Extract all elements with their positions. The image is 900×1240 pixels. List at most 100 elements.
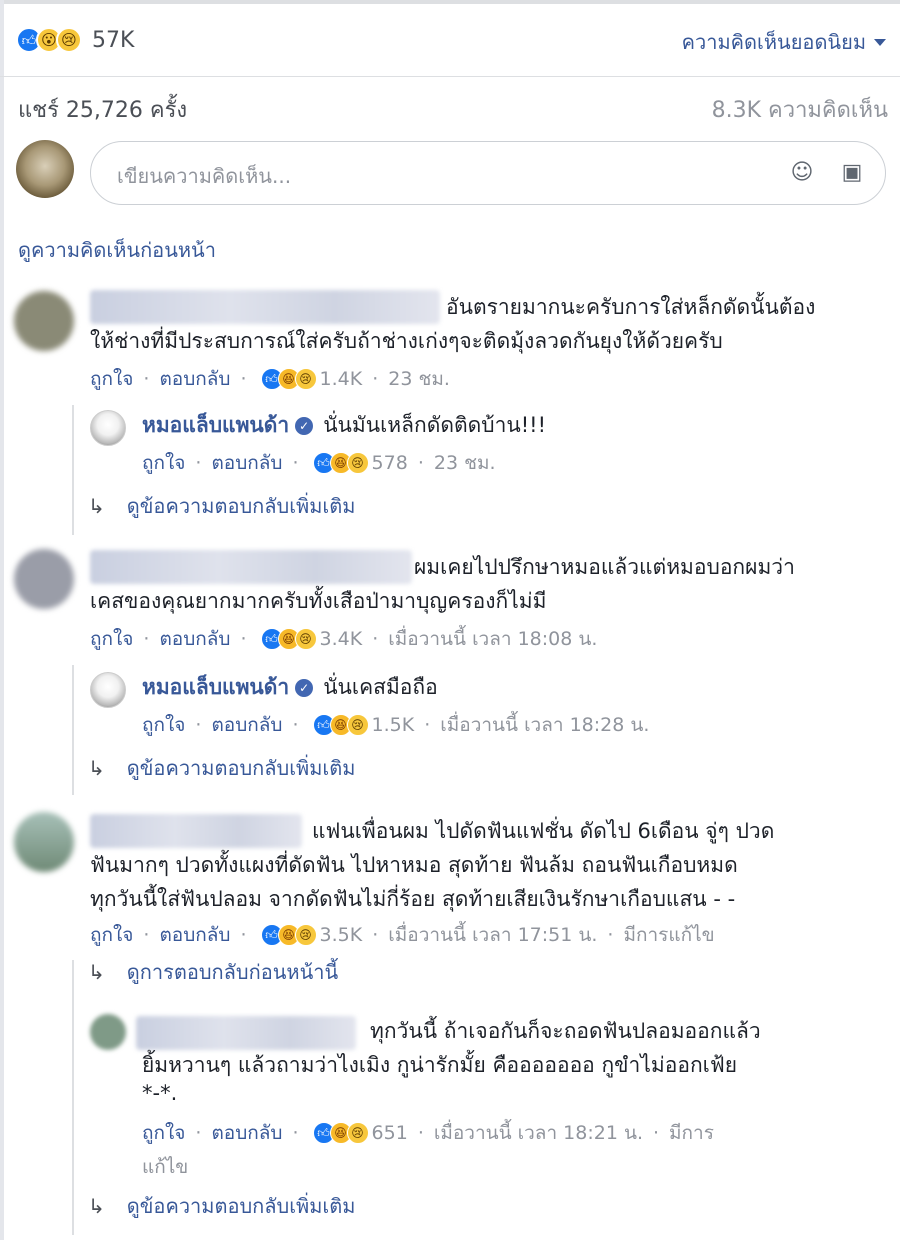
reply-arrow-icon: ↳ <box>88 960 105 984</box>
reply-link[interactable]: ตอบกลับ <box>211 448 282 478</box>
reaction-icons[interactable]: 👍︎ 😆︎ 😢︎ <box>260 628 317 650</box>
commenter-avatar[interactable] <box>14 812 74 872</box>
left-border <box>0 0 4 1240</box>
sad-icon: 😢︎ <box>346 452 369 474</box>
comment-text: ฟันมากๆ ปวดทั้งแผงที่ดัดฟัน ไปหาหมอ สุดท… <box>90 853 738 877</box>
reaction-count[interactable]: 578 <box>372 452 408 474</box>
reply-text: *-*. <box>142 1081 178 1105</box>
reaction-count[interactable]: 3.4K <box>320 628 363 650</box>
comment-text: เคสของคุณยากมากครับทั้งเสือป่ามาบุญครองก… <box>90 589 547 613</box>
reply-meta: ถูกใจ · ตอบกลับ · 👍︎ 😆︎ 😢︎ 651 · เมื่อวานนี้ … <box>142 1118 714 1148</box>
comment-placeholder: เขียนความคิดเห็น... <box>117 164 292 188</box>
sad-icon: 😢︎ <box>294 628 317 650</box>
reply-arrow-icon: ↳ <box>88 494 105 518</box>
sad-icon: 😢︎ <box>346 1122 369 1144</box>
reply-time[interactable]: เมื่อวานนี้ เวลา 18:28 น. <box>440 710 649 740</box>
sad-icon: 😢︎ <box>346 714 369 736</box>
divider <box>0 76 900 77</box>
reply-link[interactable]: ตอบกลับ <box>159 920 230 950</box>
previous-replies-link[interactable]: ↳ ดูการตอบกลับก่อนหน้านี้ <box>88 956 338 988</box>
reply-link[interactable]: ตอบกลับ <box>211 1118 282 1148</box>
page-avatar[interactable] <box>90 672 126 708</box>
comment-time[interactable]: เมื่อวานนี้ เวลา 17:51 น. <box>388 920 597 950</box>
reply-line: หมอแล็บแพนด้า ✓ นั่นเคสมือถือ <box>142 670 438 704</box>
reaction-icons[interactable]: 👍︎ 😆︎ 😢︎ <box>260 368 317 390</box>
page-avatar[interactable] <box>90 410 126 446</box>
reply-line: หมอแล็บแพนด้า ✓ นั่นมันเหล็กดัดติดบ้าน!!! <box>142 408 546 442</box>
reply-text: ยิ้มหวานๆ แล้วถามว่าไงเมิง กูน่ารักมั้ย … <box>142 1053 738 1077</box>
like-link[interactable]: ถูกใจ <box>142 710 185 740</box>
reaction-icons[interactable]: 👍︎ 😆︎ 😢︎ <box>312 714 369 736</box>
reply-link[interactable]: ตอบกลับ <box>211 710 282 740</box>
reaction-summary[interactable]: 👍︎ 😮︎ 😢︎ 57K <box>16 22 134 58</box>
sad-reaction-icon: 😢︎ <box>56 27 82 53</box>
reaction-count: 57K <box>92 27 135 53</box>
reply-link[interactable]: ตอบกลับ <box>159 364 230 394</box>
reply-link[interactable]: ตอบกลับ <box>159 624 230 654</box>
comment-text: ทุกวันนี้ใส่ฟันปลอม จากดัดฟันไม่กี่ร้อย … <box>90 887 736 911</box>
caret-down-icon <box>874 38 886 46</box>
like-link[interactable]: ถูกใจ <box>142 1118 185 1148</box>
reply-meta-wrap: แก้ไข <box>142 1152 188 1182</box>
comment-text: อันตรายมากนะครับการใส่หล็กดัดนั้นต้อง <box>446 295 816 319</box>
reply-text: นั่นมันเหล็กดัดติดบ้าน!!! <box>323 413 546 437</box>
thread-line <box>72 665 74 795</box>
like-link[interactable]: ถูกใจ <box>90 624 133 654</box>
edited-label[interactable]: มีการ <box>669 1118 714 1148</box>
blurred-commenter-name <box>136 1016 356 1050</box>
verified-badge-icon: ✓ <box>295 417 314 435</box>
reply-text: ทุกวันนี้ ถ้าเจอกันก็จะถอดฟันปลอมออกแล้ว <box>370 1019 761 1043</box>
top-border <box>0 0 900 4</box>
comment-time[interactable]: 23 ชม. <box>388 364 450 394</box>
commenter-avatar[interactable] <box>90 1014 126 1050</box>
reply-meta: ถูกใจ · ตอบกลับ · 👍︎ 😆︎ 😢︎ 1.5K · เมื่อวานนี้… <box>142 710 649 740</box>
more-replies-label: ดูข้อความตอบกลับเพิ่มเติม <box>126 1194 356 1218</box>
reply-author[interactable]: หมอแล็บแพนด้า <box>142 675 289 699</box>
sort-label: ความคิดเห็นยอดนิยม <box>681 30 866 54</box>
sticker-icon[interactable]: ▣ <box>839 160 865 186</box>
reply-arrow-icon: ↳ <box>88 756 105 780</box>
more-replies-label: ดูข้อความตอบกลับเพิ่มเติม <box>126 494 356 518</box>
commenter-avatar[interactable] <box>14 549 74 609</box>
like-link[interactable]: ถูกใจ <box>142 448 185 478</box>
sad-icon: 😢︎ <box>294 368 317 390</box>
comment-meta: ถูกใจ · ตอบกลับ · 👍︎ 😆︎ 😢︎ 3.5K · เมื่อวานนี้… <box>90 920 715 950</box>
comment-input[interactable]: เขียนความคิดเห็น... ☺ ▣ <box>90 141 886 205</box>
reply-arrow-icon: ↳ <box>88 1194 105 1218</box>
edited-label[interactable]: มีการแก้ไข <box>623 920 714 950</box>
comment-count[interactable]: 8.3K ความคิดเห็น <box>712 92 888 127</box>
thread-line <box>72 960 74 1235</box>
reply-time[interactable]: เมื่อวานนี้ เวลา 18:21 น. <box>434 1118 643 1148</box>
more-replies-link[interactable]: ↳ ดูข้อความตอบกลับเพิ่มเติม <box>88 1190 355 1222</box>
reaction-count[interactable]: 1.5K <box>372 714 415 736</box>
reaction-count[interactable]: 651 <box>372 1122 408 1144</box>
blurred-commenter-name <box>90 550 412 584</box>
current-user-avatar[interactable] <box>16 140 74 198</box>
reply-author[interactable]: หมอแล็บแพนด้า <box>142 413 289 437</box>
reaction-icons[interactable]: 👍︎ 😆︎ 😢︎ <box>312 1122 369 1144</box>
edited-label[interactable]: แก้ไข <box>142 1152 188 1182</box>
sort-comments-dropdown[interactable]: ความคิดเห็นยอดนิยม <box>682 26 886 58</box>
share-count[interactable]: แชร์ 25,726 ครั้ง <box>18 92 187 127</box>
blurred-commenter-name <box>90 290 440 324</box>
view-previous-comments-link[interactable]: ดูความคิดเห็นก่อนหน้า <box>18 234 216 266</box>
comment-meta: ถูกใจ · ตอบกลับ · 👍︎ 😆︎ 😢︎ 1.4K · 23 ชม. <box>90 364 450 394</box>
emoji-icon[interactable]: ☺ <box>789 160 815 186</box>
reaction-count[interactable]: 3.5K <box>320 924 363 946</box>
reaction-count[interactable]: 1.4K <box>320 368 363 390</box>
verified-badge-icon: ✓ <box>295 679 314 697</box>
reaction-icons[interactable]: 👍︎ 😆︎ 😢︎ <box>260 924 317 946</box>
more-replies-link[interactable]: ↳ ดูข้อความตอบกลับเพิ่มเติม <box>88 752 355 784</box>
like-link[interactable]: ถูกใจ <box>90 364 133 394</box>
comment-text: ผมเคยไปปรึกษาหมอแล้วแต่หมอบอกผมว่า <box>414 555 795 579</box>
comment-time[interactable]: เมื่อวานนี้ เวลา 18:08 น. <box>388 624 597 654</box>
commenter-avatar[interactable] <box>14 291 74 351</box>
reply-text: นั่นเคสมือถือ <box>323 675 438 699</box>
comment-text: ให้ช่างที่มีประสบการณ์ใส่ครับถ้าช่างเก่ง… <box>90 329 723 353</box>
reaction-icons[interactable]: 👍︎ 😆︎ 😢︎ <box>312 452 369 474</box>
more-replies-label: ดูข้อความตอบกลับเพิ่มเติม <box>126 756 356 780</box>
sad-icon: 😢︎ <box>294 924 317 946</box>
reply-time[interactable]: 23 ชม. <box>434 448 496 478</box>
more-replies-link[interactable]: ↳ ดูข้อความตอบกลับเพิ่มเติม <box>88 490 355 522</box>
like-link[interactable]: ถูกใจ <box>90 920 133 950</box>
